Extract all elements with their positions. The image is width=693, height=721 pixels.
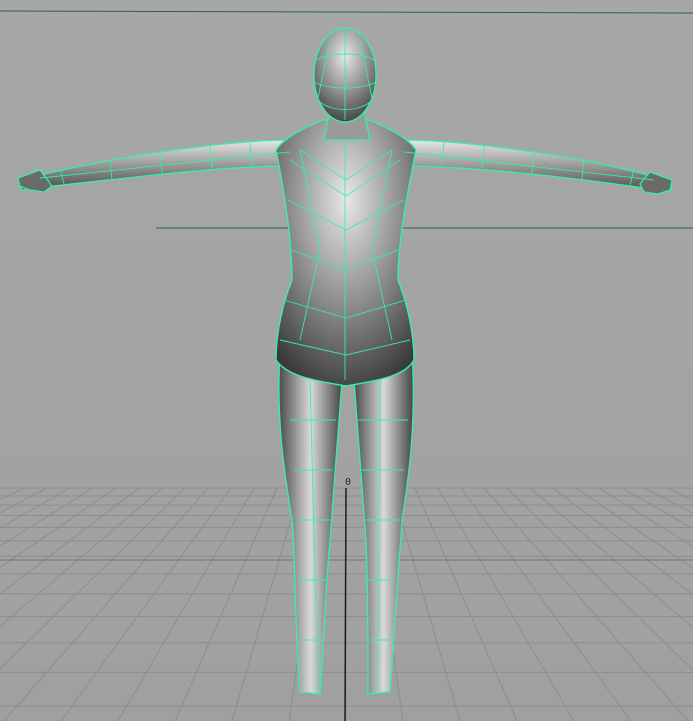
grid-line-radial: [598, 487, 693, 548]
grid-line-radial: [552, 487, 693, 596]
scene-top-line: [0, 10, 693, 14]
grid-line-radial: [231, 487, 301, 721]
grid-line-radial: [0, 487, 2, 490]
grid-line-radial: [0, 487, 140, 595]
grid-line-radial: [460, 487, 632, 721]
viewport-perspective[interactable]: 0: [0, 0, 693, 721]
grid-line-radial: [575, 487, 693, 569]
mesh-torso[interactable]: [275, 119, 417, 387]
grid-line-radial: [174, 487, 278, 721]
grid-line-radial: [529, 487, 693, 629]
grid-line-radial: [60, 487, 232, 721]
grid-line-radial: [667, 487, 693, 501]
grid-line-radial: [0, 487, 94, 547]
grid-line-radial: [506, 487, 693, 671]
origin-label: 0: [345, 477, 352, 488]
mesh-right-arm[interactable]: [401, 139, 673, 193]
grid-line-radial: [3, 487, 209, 721]
mesh-left-arm[interactable]: [19, 139, 293, 191]
grid-line-radial: [483, 487, 689, 721]
grid-line-radial: [0, 487, 163, 628]
grid-line-radial: [0, 487, 48, 514]
grid-line-radial: [117, 487, 255, 721]
grid-line-radial: [0, 487, 25, 501]
grid-line-radial: [0, 487, 117, 569]
grid-line-radial: [414, 487, 518, 721]
viewport-canvas[interactable]: [0, 0, 693, 721]
grid-line-radial: [437, 487, 575, 721]
grid-axis-vertical: [344, 487, 347, 721]
grid-line-radial: [644, 487, 693, 514]
